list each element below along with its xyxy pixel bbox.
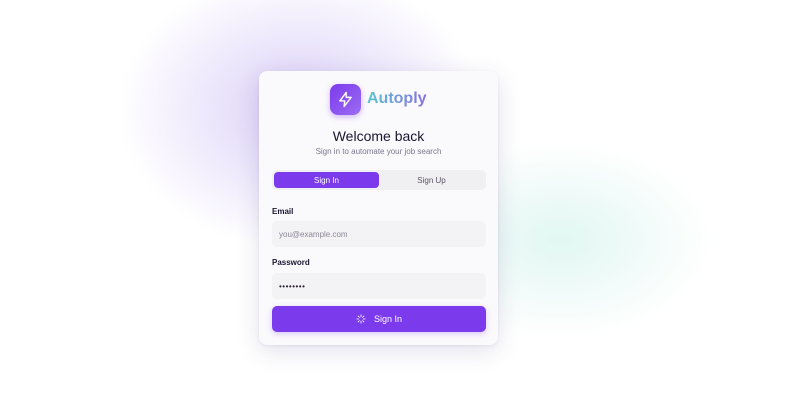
sign-in-card: Autoply Welcome back Sign in to automate…: [259, 71, 498, 345]
sparkles-icon: [356, 314, 366, 324]
brand-name: Autoply: [367, 90, 427, 107]
sign-in-button[interactable]: Sign In: [272, 306, 486, 332]
brand: Autoply: [330, 83, 427, 115]
page-subtitle: Sign in to automate your job search: [315, 147, 442, 156]
page-title: Welcome back: [332, 128, 425, 144]
password-field[interactable]: [272, 273, 486, 299]
auth-tabs: Sign In Sign Up: [272, 170, 486, 190]
sign-in-button-label: Sign In: [373, 314, 403, 324]
tab-sign-in[interactable]: Sign In: [274, 172, 379, 188]
password-label: Password: [272, 258, 310, 267]
tab-sign-up[interactable]: Sign Up: [379, 172, 484, 188]
email-label: Email: [272, 207, 294, 216]
logo-badge: [330, 83, 361, 115]
email-field[interactable]: [272, 221, 486, 247]
lightning-bolt-icon: [339, 91, 352, 107]
